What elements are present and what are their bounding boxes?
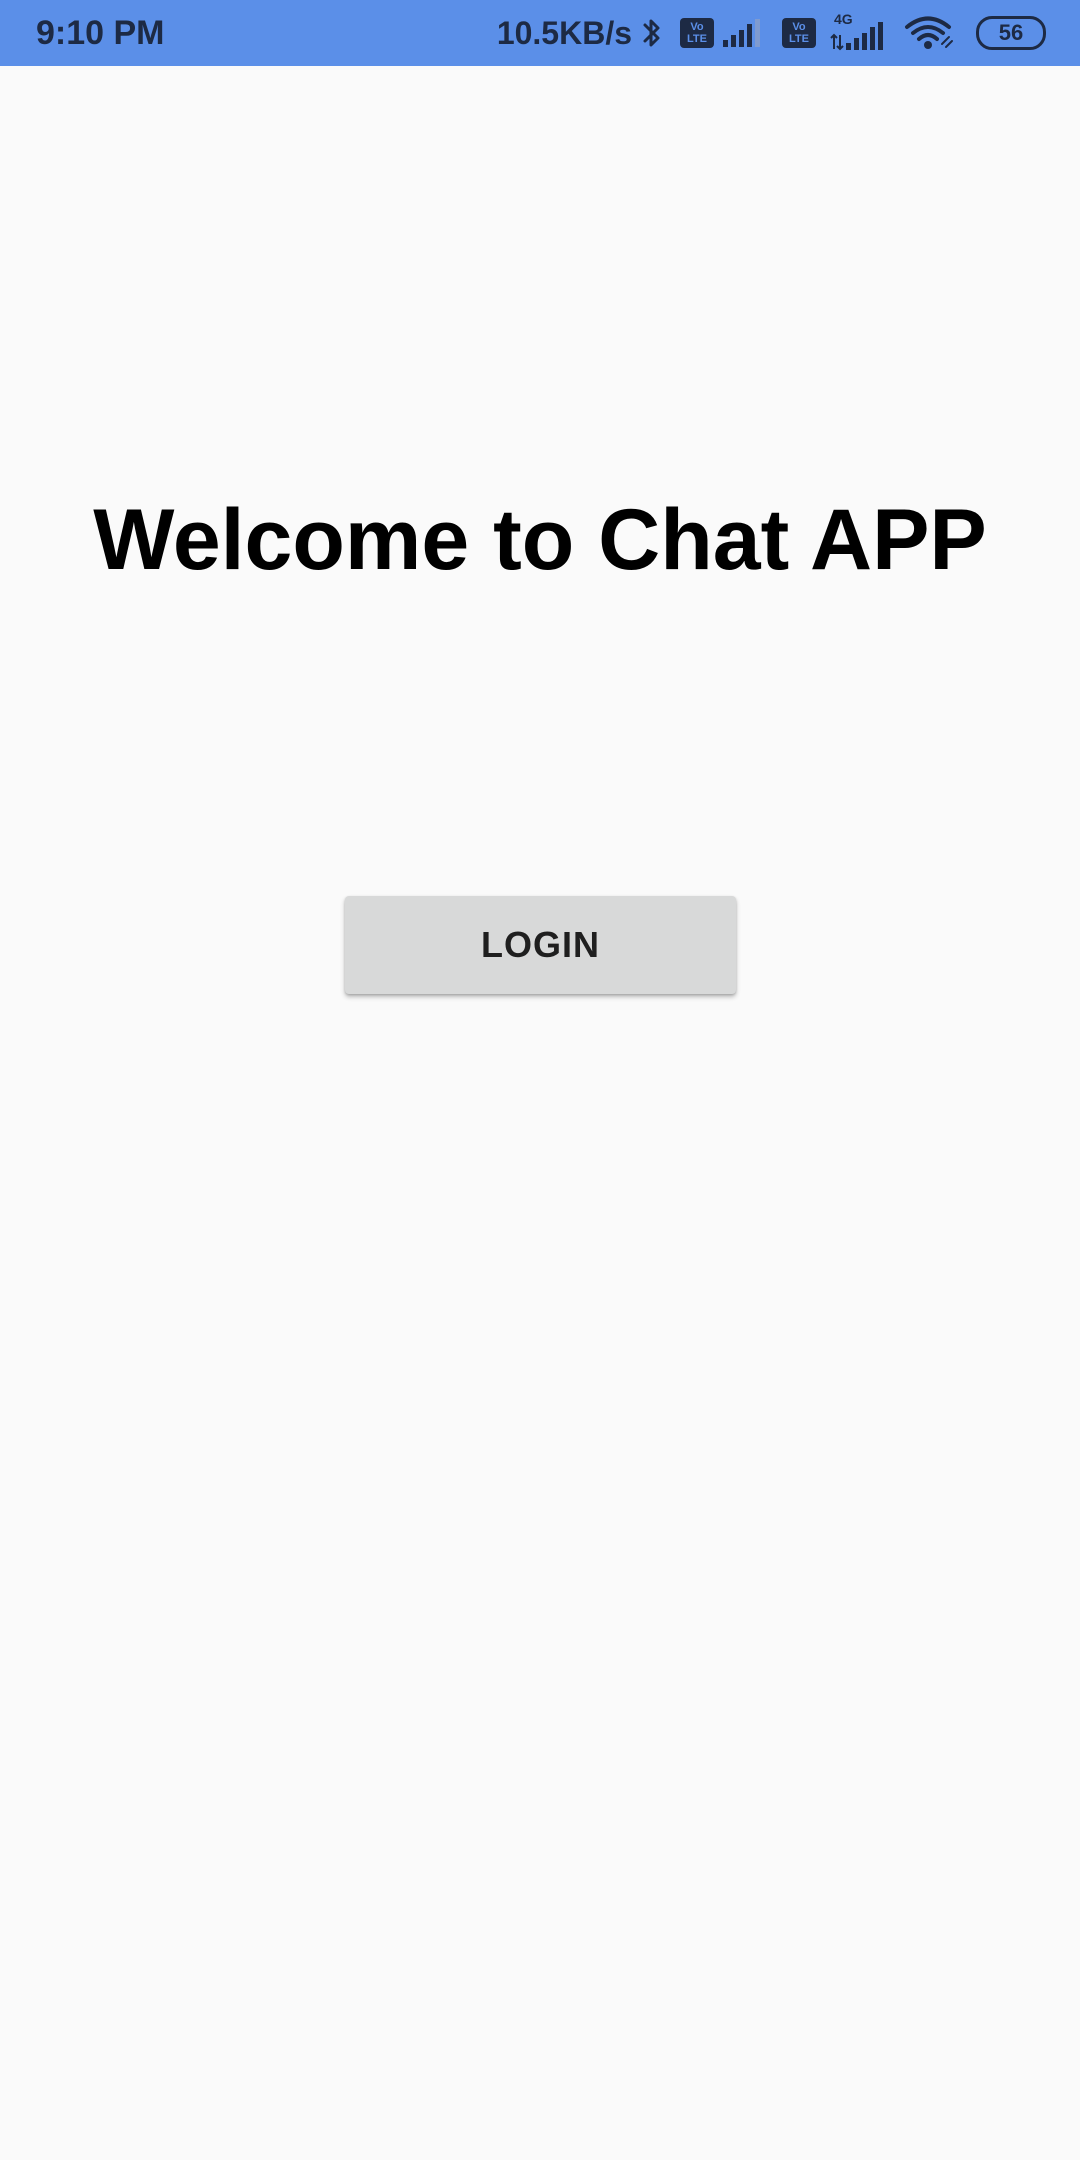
volte-label-top: Vo xyxy=(792,21,806,33)
volte-label-bottom: LTE xyxy=(789,33,809,45)
status-icons: 10.5KB/s Vo LTE Vo LTE 4G 56 xyxy=(497,10,1046,56)
login-button[interactable]: LOGIN xyxy=(345,896,736,994)
bluetooth-icon xyxy=(642,16,662,50)
volte-label-bottom: LTE xyxy=(687,33,707,45)
status-time: 9:10 PM xyxy=(36,14,165,52)
volte-icon: Vo LTE xyxy=(782,18,816,48)
signal-icon xyxy=(722,18,764,48)
volte-label-top: Vo xyxy=(690,21,704,33)
network-type-label: 4G xyxy=(834,11,853,27)
welcome-title: Welcome to Chat APP xyxy=(93,492,987,588)
signal-4g-icon: 4G xyxy=(830,11,886,53)
network-speed: 10.5KB/s xyxy=(496,15,632,51)
status-bar: 9:10 PM 10.5KB/s Vo LTE Vo LTE 4G 56 xyxy=(0,0,1080,66)
battery-icon: 56 xyxy=(976,16,1046,50)
volte-icon: Vo LTE xyxy=(680,18,714,48)
wifi-icon xyxy=(904,16,954,50)
